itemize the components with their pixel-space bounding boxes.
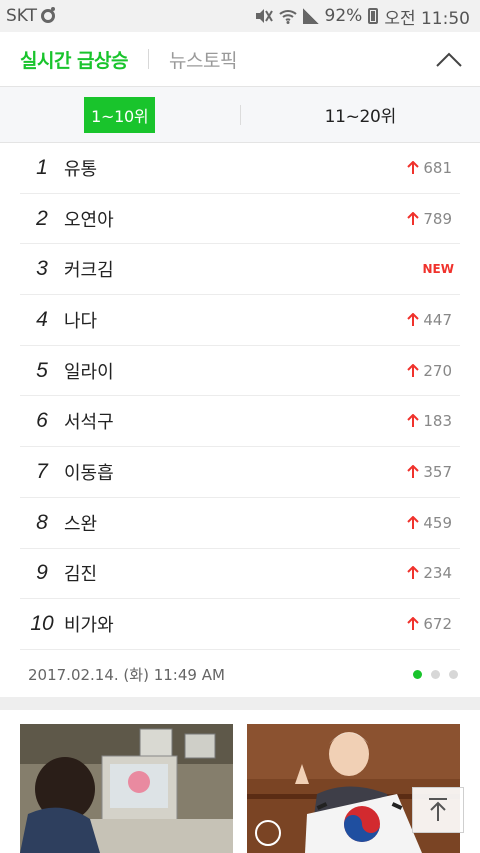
arrow-up-icon (407, 515, 420, 529)
keyword-link[interactable]: 유통 (64, 155, 407, 181)
ranking-row[interactable]: 8 스완 459 (20, 498, 460, 549)
keyword-link[interactable]: 나다 (64, 307, 407, 333)
keyword-link[interactable]: 이동흡 (64, 459, 407, 485)
rank-number: 9 (36, 561, 48, 585)
ranking-row[interactable]: 2 오연아 789 (20, 194, 460, 245)
signal-icon (302, 8, 319, 24)
rank-number: 7 (36, 459, 48, 483)
rank-range-toggle: 1~10위 11~20위 (0, 87, 480, 143)
ranking-row[interactable]: 10 비가와 672 (20, 599, 460, 650)
arrow-up-icon (407, 464, 420, 478)
tab-divider (148, 49, 149, 69)
rank-change: 447 (407, 311, 460, 329)
status-bar: SKT 92% 오전 11:50 (0, 0, 480, 32)
scroll-top-icon (429, 798, 447, 821)
carrier-icon (41, 7, 56, 23)
change-value: 270 (423, 361, 452, 380)
change-value: 357 (423, 462, 452, 481)
arrow-up-icon (407, 414, 420, 428)
page-dot-2[interactable] (431, 669, 440, 679)
rank-change: 459 (407, 514, 460, 532)
page-dot-3[interactable] (449, 669, 458, 679)
update-timestamp: 2017.02.14. (화) 11:49 AM (28, 665, 225, 684)
keyword-link[interactable]: 스완 (64, 510, 407, 536)
keyword-link[interactable]: 오연아 (64, 206, 407, 232)
change-value: 234 (423, 564, 452, 583)
new-badge: NEW (422, 262, 454, 277)
arrow-up-icon (407, 211, 420, 225)
change-value: 789 (423, 209, 452, 228)
tab-realtime[interactable]: 실시간 급상승 (20, 46, 129, 73)
chevron-up-icon[interactable] (436, 48, 462, 70)
battery-percent: 92% (324, 6, 363, 26)
change-value: 447 (423, 310, 452, 329)
battery-icon (368, 8, 379, 24)
rank-change: 681 (407, 159, 460, 177)
rank-change: 234 (407, 564, 460, 582)
clock: 오전 11:50 (384, 8, 470, 29)
change-value: 681 (423, 158, 452, 177)
arrow-up-icon (407, 312, 420, 326)
rank-number: 1 (36, 155, 48, 179)
change-value: 672 (423, 615, 452, 634)
rank-number: 6 (36, 409, 48, 433)
rank-number: 4 (36, 307, 48, 331)
rank-number: 10 (30, 612, 54, 636)
arrow-up-icon (407, 363, 420, 377)
rank-number: 3 (36, 257, 48, 281)
rank-number: 2 (36, 206, 48, 230)
range-inactive-label: 11~20위 (324, 107, 397, 127)
ranking-row[interactable]: 9 김진 234 (20, 549, 460, 600)
topic-tabs: 실시간 급상승 뉴스토픽 (0, 32, 480, 87)
arrow-up-icon (407, 617, 420, 631)
scroll-top-button[interactable] (412, 787, 464, 833)
rank-change: 789 (407, 210, 460, 228)
ranking-row[interactable]: 7 이동흡 357 (20, 447, 460, 498)
section-divider (0, 697, 480, 710)
rank-number: 8 (36, 510, 48, 534)
range-1-10-tab[interactable]: 1~10위 (0, 87, 240, 143)
ranking-row[interactable]: 4 나다 447 (20, 295, 460, 346)
ranking-row[interactable]: 6 서석구 183 (20, 396, 460, 448)
ranking-footer: 2017.02.14. (화) 11:49 AM (28, 661, 458, 687)
range-active-label: 1~10위 (84, 96, 156, 133)
wifi-icon (278, 8, 297, 24)
ranking-list: 1 유통 681 2 오연아 789 3 커크김 NEW 4 나다 447 5 … (20, 143, 460, 650)
news-photo-card[interactable] (20, 724, 233, 853)
mute-icon (255, 8, 273, 24)
arrow-up-icon (407, 160, 420, 174)
change-value: 183 (423, 412, 452, 431)
rank-change: 270 (407, 362, 460, 380)
keyword-link[interactable]: 일라이 (64, 358, 407, 384)
keyword-link[interactable]: 서석구 (64, 408, 407, 434)
ranking-row[interactable]: 5 일라이 270 (20, 346, 460, 397)
keyword-link[interactable]: 김진 (64, 560, 407, 586)
ranking-row[interactable]: 3 커크김 NEW (20, 244, 460, 296)
tab-news-topic[interactable]: 뉴스토픽 (169, 46, 237, 73)
image-icon (255, 820, 281, 846)
range-11-20-tab[interactable]: 11~20위 (241, 87, 480, 143)
rank-change: 183 (407, 412, 460, 430)
rank-change: 357 (407, 463, 460, 481)
page-indicator (413, 669, 458, 679)
keyword-link[interactable]: 비가와 (64, 611, 407, 637)
carrier-label: SKT (6, 6, 38, 26)
ranking-row[interactable]: 1 유통 681 (20, 143, 460, 194)
rank-change: 672 (407, 615, 460, 633)
page-dot-1[interactable] (413, 669, 422, 679)
rank-number: 5 (36, 358, 48, 382)
change-value: 459 (423, 513, 452, 532)
arrow-up-icon (407, 566, 420, 580)
keyword-link[interactable]: 커크김 (64, 256, 423, 282)
